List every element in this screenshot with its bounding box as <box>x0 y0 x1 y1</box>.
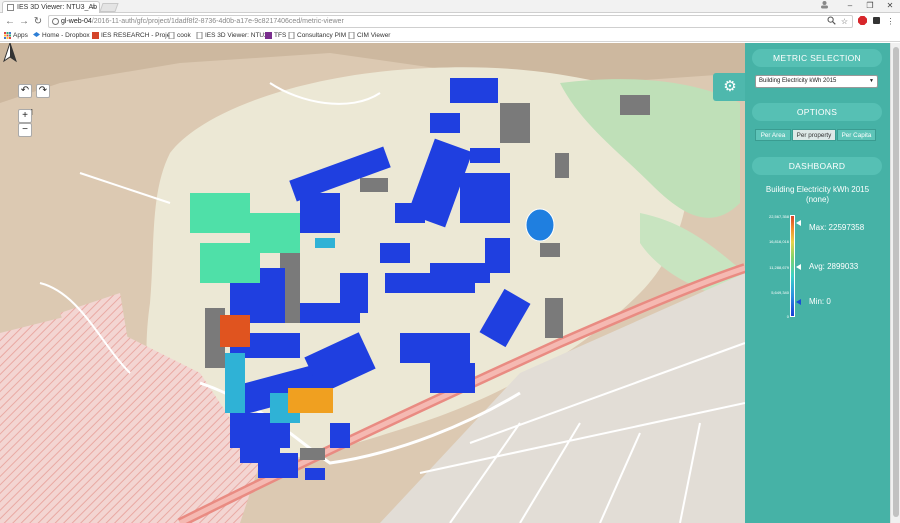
bookmark-item[interactable]: Apps <box>4 30 28 41</box>
option-per-area-button[interactable]: Per Area <box>755 129 791 141</box>
settings-gear-button[interactable]: ⚙ <box>713 73 747 101</box>
bookmark-label: cook <box>177 32 191 39</box>
metric-panel: METRIC SELECTION Building Electricity kW… <box>745 43 890 523</box>
dropbox-icon <box>33 32 40 37</box>
metric-selected-value: Building Electricity kWh 2015 <box>759 78 837 84</box>
bookmark-label: Consultancy PIM <box>297 32 347 39</box>
dashboard-header: DASHBOARD <box>752 157 882 175</box>
page-icon <box>288 32 295 39</box>
browser-tab[interactable]: IES 3D Viewer: NTU3_Ab × <box>2 1 100 13</box>
bookmark-label: Apps <box>13 32 28 39</box>
back-arrow-icon[interactable]: ← <box>4 15 16 28</box>
map-canvas[interactable]: N ↶ ↷ + − <box>0 43 745 523</box>
building-high-2 <box>288 388 333 413</box>
metric-selection-header: METRIC SELECTION <box>752 49 882 67</box>
minimize-window-icon[interactable]: – <box>842 0 858 12</box>
bookmark-item[interactable]: cook <box>168 30 191 41</box>
bookmark-item[interactable]: TFS <box>265 30 286 41</box>
extension-adblock-icon[interactable] <box>857 16 868 27</box>
bookmark-label: IES RESEARCH - Proje <box>101 32 171 39</box>
max-marker-icon <box>796 220 801 226</box>
map-rendering <box>0 43 745 523</box>
bookmark-item[interactable]: IES RESEARCH - Proje <box>92 30 170 41</box>
dashboard-subtitle: (none) <box>805 195 830 204</box>
zoom-in-button[interactable]: + <box>18 109 32 123</box>
scrollbar-thumb[interactable] <box>893 47 899 517</box>
metric-select[interactable]: Building Electricity kWh 2015 ▼ <box>755 75 878 88</box>
dropdown-caret-icon: ▼ <box>869 78 874 84</box>
option-per-property-button[interactable]: Per property <box>792 129 836 141</box>
reload-icon[interactable]: ↻ <box>32 15 44 28</box>
zoom-search-icon[interactable] <box>826 16 837 27</box>
bookmark-label: TFS <box>274 32 287 39</box>
gear-icon: ⚙ <box>723 78 737 95</box>
new-tab-button[interactable] <box>99 3 119 12</box>
page-icon <box>348 32 355 39</box>
min-marker-icon <box>796 299 801 305</box>
rotate-right-button[interactable]: ↷ <box>36 84 50 98</box>
bookmarks-bar: Apps Home - Dropbox IES RESEARCH - Proje… <box>0 30 900 42</box>
legend-tick: 0 <box>786 314 789 319</box>
url-path: /2016-11-auth/gfc/project/1dadf8f2-8736-… <box>91 18 344 25</box>
bookmark-label: Home - Dropbox <box>42 32 90 39</box>
apps-grid-icon <box>4 32 11 39</box>
tab-close-icon[interactable]: × <box>92 2 96 13</box>
browser-toolbar: ← → ↻ gl-web-04/2016-11-auth/gfc/project… <box>0 13 900 30</box>
bookmark-item[interactable]: Consultancy PIM <box>288 30 346 41</box>
min-value: Min: 0 <box>809 297 831 306</box>
menu-kebab-icon[interactable]: ⋮ <box>885 16 896 27</box>
bookmark-item[interactable]: Home - Dropbox <box>33 30 90 41</box>
page-icon <box>196 32 203 39</box>
forward-arrow-icon[interactable]: → <box>18 15 30 28</box>
restore-window-icon[interactable]: ❐ <box>862 0 878 12</box>
swimming-pool <box>525 208 555 242</box>
bookmark-star-icon[interactable]: ☆ <box>839 16 850 27</box>
user-profile-icon[interactable] <box>816 0 832 13</box>
option-per-capita-button[interactable]: Per Capita <box>837 129 876 141</box>
rotate-left-button[interactable]: ↶ <box>18 84 32 98</box>
legend-tick: 5,649,340 <box>771 290 789 295</box>
panel-scrollbar[interactable] <box>890 43 900 523</box>
site-info-icon[interactable] <box>52 18 59 25</box>
bookmark-item[interactable]: CIM Viewer <box>348 30 390 41</box>
building-high-1 <box>220 315 250 347</box>
url-host: gl-web-04 <box>61 18 92 25</box>
options-header: OPTIONS <box>752 103 882 121</box>
legend-tick: 16,816,016 <box>768 239 789 244</box>
legend-tick: 22,567,358 <box>768 214 789 219</box>
tfs-icon <box>265 32 272 39</box>
ies-icon <box>92 32 99 39</box>
bookmark-label: CIM Viewer <box>357 32 391 39</box>
bookmark-item[interactable]: IES 3D Viewer: NTU2 <box>196 30 268 41</box>
zoom-out-button[interactable]: − <box>18 123 32 137</box>
extension-icon[interactable] <box>871 16 882 27</box>
north-arrow-icon <box>3 43 17 63</box>
avg-marker-icon <box>796 264 801 270</box>
bookmark-label: IES 3D Viewer: NTU2 <box>205 32 268 39</box>
tab-title: IES 3D Viewer: NTU3_Ab <box>17 4 98 11</box>
address-bar[interactable]: gl-web-04/2016-11-auth/gfc/project/1dadf… <box>48 15 853 28</box>
page-icon <box>168 32 175 39</box>
close-window-icon[interactable]: ✕ <box>882 0 898 12</box>
avg-value: Avg: 2899033 <box>809 262 859 271</box>
color-scale-bar <box>790 215 795 317</box>
max-value: Max: 22597358 <box>809 223 865 232</box>
tab-strip: IES 3D Viewer: NTU3_Ab × – ❐ ✕ <box>0 0 900 13</box>
dashboard-title: Building Electricity kWh 2015 <box>765 185 870 194</box>
page-favicon-icon <box>7 4 14 11</box>
legend-tick: 11,288,679 <box>769 265 789 270</box>
